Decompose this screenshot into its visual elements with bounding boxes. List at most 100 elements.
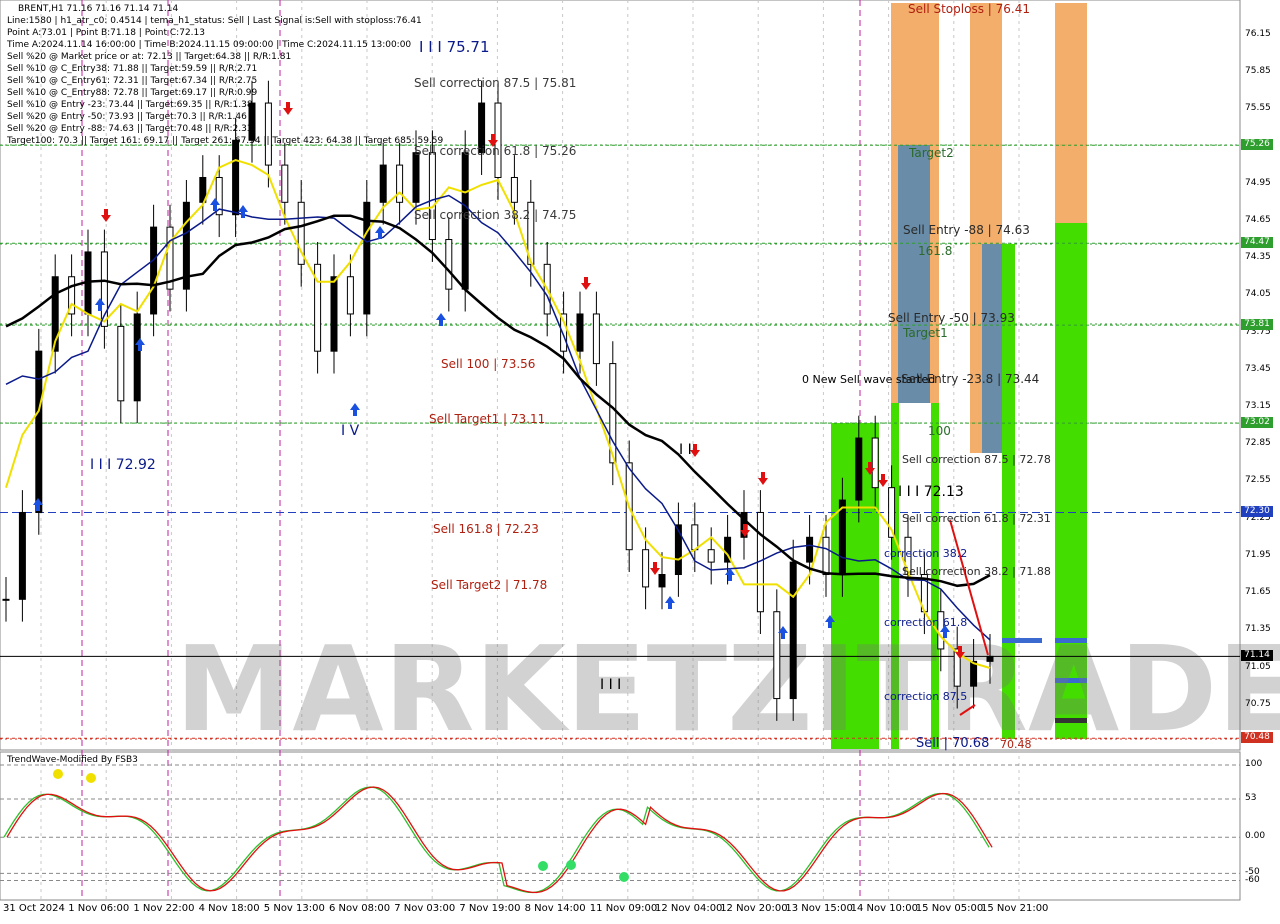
time-label: 12 Nov 20:00: [720, 903, 788, 914]
wave-ii-label: I I: [679, 442, 692, 458]
wave-iv-label: I V: [341, 423, 360, 439]
price-tag: 74.47: [1241, 237, 1273, 249]
candle-body: [510, 176, 518, 203]
sell-low-label: Sell | 70.68: [916, 736, 990, 751]
time-label: 11 Nov 09:00: [589, 903, 658, 914]
candle-body: [133, 313, 141, 402]
time-label: 15 Nov 05:00: [915, 903, 984, 914]
signal-dot: [86, 773, 96, 783]
price-tick: 71.35: [1245, 624, 1271, 635]
sell-stoploss-label: Sell Stoploss | 76.41: [908, 2, 1030, 16]
price-tick: 72.55: [1245, 475, 1271, 486]
price-tag: 70.48: [1241, 732, 1273, 744]
price-tick: 74.05: [1245, 289, 1271, 300]
sell-correction-875-label: Sell correction 87.5 | 75.81: [414, 76, 577, 90]
sell-corr-382b-label: Sell correction 38.2 | 71.88: [902, 565, 1051, 578]
entry-zone-2: [982, 244, 1002, 453]
info-line: Target100: 70.3 || Target 161: 69.17 || …: [7, 136, 444, 146]
symbol-line: BRENT,H1 71.16 71.16 71.14 71.14: [18, 4, 179, 14]
signal-dot: [566, 860, 576, 870]
candle-body: [822, 536, 830, 576]
candle-body: [281, 164, 289, 203]
price-tag: 75.26: [1241, 139, 1273, 151]
info-line: Sell %10 @ C_Entry61: 72.31 || Target:67…: [7, 76, 258, 86]
candle-body: [707, 549, 715, 563]
time-label: 7 Nov 03:00: [394, 903, 456, 914]
candle-body: [346, 276, 354, 315]
sell-target2-label: Sell Target2 | 71.78: [431, 578, 548, 592]
signal-dot: [619, 872, 629, 882]
time-label: 13 Nov 15:00: [785, 903, 853, 914]
price-tag: 71.14: [1241, 650, 1273, 662]
time-label: 6 Nov 08:00: [329, 903, 391, 914]
price-tick: 72.85: [1245, 438, 1271, 449]
sell-entry-88-label: Sell Entry -88 | 74.63: [903, 223, 1030, 237]
candle-body: [691, 524, 699, 551]
sell-entry-23-label: Sell Entry -23.8 | 73.44: [901, 372, 1040, 386]
price-tick: 71.05: [1245, 661, 1271, 672]
info-line: Sell %10 @ C_Entry88: 72.78 || Target:69…: [7, 88, 258, 98]
price-tick: 76.15: [1245, 28, 1271, 39]
time-label: 15 Nov 21:00: [981, 903, 1049, 914]
sell-1618-label: Sell 161.8 | 72.23: [433, 522, 539, 536]
time-label: 5 Nov 13:00: [263, 903, 325, 914]
time-label: 14 Nov 10:00: [850, 903, 919, 914]
time-label: 31 Oct 2024: [3, 903, 65, 914]
indicator-level: -60: [1245, 874, 1260, 885]
indicator-level: 0.00: [1245, 831, 1266, 842]
candle-body: [396, 164, 404, 203]
sell-corr-618b-label: Sell correction 61.8 | 72.31: [902, 512, 1051, 525]
candle-body: [806, 536, 814, 563]
entry-zone: [898, 145, 930, 403]
point-c-label: I I I 72.13: [898, 484, 964, 500]
indicator-title: TrendWave-Modified By FSB3: [7, 755, 138, 765]
candle-body: [838, 499, 846, 576]
candle-body: [642, 549, 650, 588]
price-tick: 74.35: [1245, 252, 1271, 263]
correction-618-label: correction 61.8: [884, 616, 968, 629]
stoploss-zone-3: [1055, 3, 1087, 223]
price-tick: 73.45: [1245, 363, 1271, 374]
candle-body: [789, 561, 797, 700]
fib-100-label: 100: [928, 424, 951, 438]
price-tick: 75.55: [1245, 103, 1271, 114]
time-label: 12 Nov 04:00: [655, 903, 723, 914]
sell-correction-382-label: Sell correction 38.2 | 74.75: [414, 208, 577, 222]
target-70-label: 70.48: [1000, 738, 1032, 751]
candle-body: [576, 313, 584, 352]
candle-body: [379, 164, 387, 203]
candle-body: [871, 437, 879, 489]
price-tick: 75.85: [1245, 66, 1271, 77]
time-label: 1 Nov 22:00: [133, 903, 195, 914]
info-line: Sell %20 @ Market price or at: 72.13 || …: [7, 52, 292, 62]
chart-window[interactable]: MARKETZITRADE BRENT,H1 71.16 71.16 71.14…: [0, 0, 1280, 920]
time-label: 4 Nov 18:00: [198, 903, 260, 914]
sell-target1-label: Sell Target1 | 73.11: [429, 412, 546, 426]
price-tick: 73.15: [1245, 401, 1271, 412]
wave-iii-label: I I I 72.92: [90, 457, 156, 473]
wave-low-label: I I I: [600, 677, 622, 693]
candle-body: [855, 437, 863, 501]
price-tag: 73.81: [1241, 319, 1273, 331]
candle-body: [592, 313, 600, 365]
sell-entry-50-label: Sell Entry -50 | 73.93: [888, 311, 1015, 325]
time-label: 1 Nov 06:00: [68, 903, 130, 914]
wave-top-label: I I I 75.71: [419, 38, 490, 56]
price-tag: 73.02: [1241, 417, 1273, 429]
info-line: Sell %20 @ Entry -50: 73.93 || Target:70…: [7, 112, 247, 122]
candle-body: [970, 660, 978, 687]
candle-body: [18, 511, 26, 600]
candle-body: [150, 226, 158, 315]
time-label: 7 Nov 19:00: [459, 903, 521, 914]
info-line: Line:1580 | h1_atr_c0: 0.4514 | tema_h1_…: [7, 16, 422, 26]
candle-body: [773, 611, 781, 700]
indicator-level: 100: [1245, 759, 1263, 769]
price-tick: 71.95: [1245, 549, 1271, 560]
info-line: Sell %10 @ C_Entry38: 71.88 || Target:59…: [7, 64, 258, 74]
correction-875-label: correction 87.5: [884, 690, 968, 703]
candle-body: [330, 276, 338, 352]
price-tick: 74.95: [1245, 177, 1271, 188]
candle-body: [428, 152, 436, 241]
info-line: Sell %20 @ Entry -88: 74.63 || Target:70…: [7, 124, 253, 134]
candle-body: [35, 350, 43, 513]
